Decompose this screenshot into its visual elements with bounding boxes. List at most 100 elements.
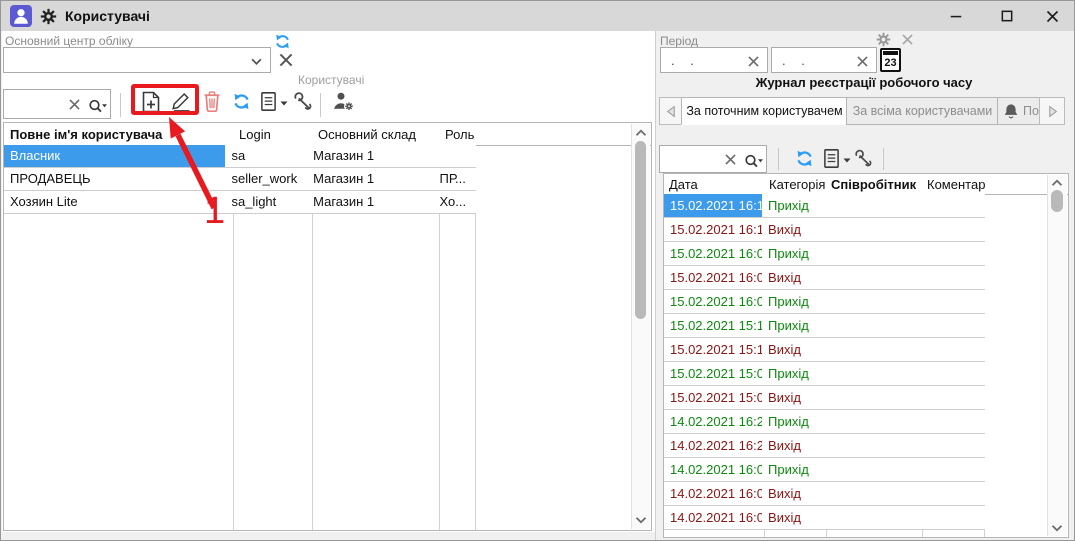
- cell-category[interactable]: Вихід: [762, 506, 826, 529]
- cell-category[interactable]: Вихід: [762, 266, 826, 289]
- column-header[interactable]: Основний склад: [318, 127, 416, 142]
- cell-name[interactable]: Власник: [4, 145, 225, 167]
- scroll-down-icon[interactable]: [635, 516, 647, 524]
- calendar-icon[interactable]: 23: [880, 48, 901, 72]
- column-header[interactable]: Співробітник: [831, 177, 916, 192]
- column-header[interactable]: Повне ім'я користувача: [10, 127, 162, 142]
- search-icon[interactable]: [88, 99, 108, 113]
- gear-icon[interactable]: [40, 8, 57, 25]
- cell-date[interactable]: 15.02.2021 16:1...: [664, 194, 762, 217]
- clear-search-icon[interactable]: [724, 153, 737, 166]
- cell-employee[interactable]: [826, 242, 920, 265]
- delete-user-icon[interactable]: [203, 90, 221, 112]
- column-header[interactable]: Login: [239, 127, 271, 142]
- report-icon[interactable]: [823, 148, 840, 169]
- cell-category[interactable]: Прихід: [762, 242, 826, 265]
- column-header[interactable]: Категорія: [769, 177, 825, 192]
- tabs-scroll-right-button[interactable]: [1039, 97, 1065, 125]
- maximize-button[interactable]: [987, 1, 1027, 31]
- clear-date-icon[interactable]: [856, 55, 869, 68]
- cell-employee[interactable]: [826, 482, 920, 505]
- cell-warehouse[interactable]: Магазин 1: [307, 191, 433, 213]
- cell-login[interactable]: sa: [225, 145, 307, 167]
- journal-row[interactable]: 15.02.2021 16:0...Вихід: [664, 266, 985, 290]
- journal-search-input[interactable]: [659, 145, 767, 173]
- cell-comment[interactable]: [920, 194, 985, 217]
- cell-comment[interactable]: [920, 410, 985, 433]
- cell-comment[interactable]: [920, 434, 985, 457]
- cell-date[interactable]: 15.02.2021 16:0...: [664, 266, 762, 289]
- cell-role[interactable]: ПР...: [434, 168, 476, 190]
- journal-scrollbar[interactable]: [1047, 175, 1067, 536]
- cell-category[interactable]: Прихід: [762, 290, 826, 313]
- service-wrench-icon[interactable]: [854, 149, 872, 168]
- chevron-down-icon[interactable]: [251, 58, 262, 65]
- period-close-icon[interactable]: [901, 33, 914, 46]
- cell-date[interactable]: 15.02.2021 16:0...: [664, 290, 762, 313]
- scroll-up-icon[interactable]: [1051, 179, 1063, 187]
- journal-row[interactable]: 15.02.2021 16:1...Вихід: [664, 218, 985, 242]
- cell-date[interactable]: 15.02.2021 15:1...: [664, 338, 762, 361]
- journal-row[interactable]: 14.02.2021 16:0...Прихід: [664, 458, 985, 482]
- journal-row[interactable]: 14.02.2021 16:2...Прихід: [664, 410, 985, 434]
- journal-row[interactable]: 14.02.2021 16:0...Вихід: [664, 482, 985, 506]
- tab-all-users[interactable]: За всіма користувачами: [846, 97, 999, 125]
- minimize-button[interactable]: [936, 1, 976, 31]
- cell-name[interactable]: Хозяин Lite: [4, 191, 225, 213]
- user-row[interactable]: Хозяин Litesa_lightМагазин 1Хо...: [4, 191, 476, 214]
- cell-employee[interactable]: [826, 338, 920, 361]
- refresh-journal-icon[interactable]: [795, 149, 814, 168]
- cell-category[interactable]: Прихід: [762, 314, 826, 337]
- cell-role[interactable]: [434, 145, 476, 167]
- scroll-up-icon[interactable]: [635, 129, 647, 137]
- cell-employee[interactable]: [826, 458, 920, 481]
- search-icon[interactable]: [744, 154, 764, 168]
- cell-date[interactable]: 14.02.2021 16:0...: [664, 506, 762, 529]
- cell-category[interactable]: Вихід: [762, 434, 826, 457]
- cell-employee[interactable]: [826, 218, 920, 241]
- cell-date[interactable]: 15.02.2021 16:1...: [664, 218, 762, 241]
- date-to-field[interactable]: . .: [771, 47, 877, 73]
- users-scrollbar[interactable]: [631, 124, 650, 529]
- column-header[interactable]: Дата: [669, 177, 698, 192]
- accounting-center-combobox[interactable]: [3, 47, 271, 73]
- report-dropdown-icon[interactable]: [843, 158, 851, 163]
- service-wrench-icon[interactable]: [293, 92, 312, 111]
- journal-row[interactable]: 15.02.2021 15:1...Вихід: [664, 338, 985, 362]
- cell-employee[interactable]: [826, 434, 920, 457]
- cell-login[interactable]: seller_work: [225, 168, 307, 190]
- clear-icon[interactable]: [278, 52, 294, 68]
- cell-comment[interactable]: [920, 290, 985, 313]
- column-header[interactable]: Коментар: [927, 177, 985, 192]
- journal-row[interactable]: 14.02.2021 16:0...Вихід: [664, 506, 985, 530]
- user-row[interactable]: ВласникsaМагазин 1: [4, 145, 476, 168]
- scrollbar-thumb[interactable]: [635, 141, 646, 319]
- report-dropdown-icon[interactable]: [280, 101, 288, 106]
- refresh-users-icon[interactable]: [232, 92, 251, 111]
- cell-employee[interactable]: [826, 266, 920, 289]
- scroll-down-icon[interactable]: [1051, 524, 1063, 532]
- cell-category[interactable]: Вихід: [762, 218, 826, 241]
- journal-row[interactable]: 14.02.2021 16:2...Вихід: [664, 434, 985, 458]
- cell-comment[interactable]: [920, 218, 985, 241]
- cell-comment[interactable]: [920, 458, 985, 481]
- journal-row[interactable]: 15.02.2021 15:1...Прихід: [664, 314, 985, 338]
- cell-date[interactable]: 14.02.2021 16:2...: [664, 410, 762, 433]
- cell-category[interactable]: Вихід: [762, 482, 826, 505]
- cell-warehouse[interactable]: Магазин 1: [307, 168, 433, 190]
- refresh-icon[interactable]: [274, 33, 291, 50]
- clear-search-icon[interactable]: [68, 98, 81, 111]
- cell-employee[interactable]: [826, 314, 920, 337]
- cell-employee[interactable]: [826, 194, 920, 217]
- cell-date[interactable]: 15.02.2021 15:1...: [664, 314, 762, 337]
- cell-employee[interactable]: [826, 290, 920, 313]
- cell-comment[interactable]: [920, 362, 985, 385]
- cell-category[interactable]: Прихід: [762, 410, 826, 433]
- cell-comment[interactable]: [920, 386, 985, 409]
- cell-category[interactable]: Вихід: [762, 338, 826, 361]
- cell-category[interactable]: Прихід: [762, 194, 826, 217]
- users-search-input[interactable]: [3, 89, 111, 119]
- cell-employee[interactable]: [826, 386, 920, 409]
- cell-category[interactable]: Прихід: [762, 362, 826, 385]
- column-header[interactable]: Роль: [445, 127, 474, 142]
